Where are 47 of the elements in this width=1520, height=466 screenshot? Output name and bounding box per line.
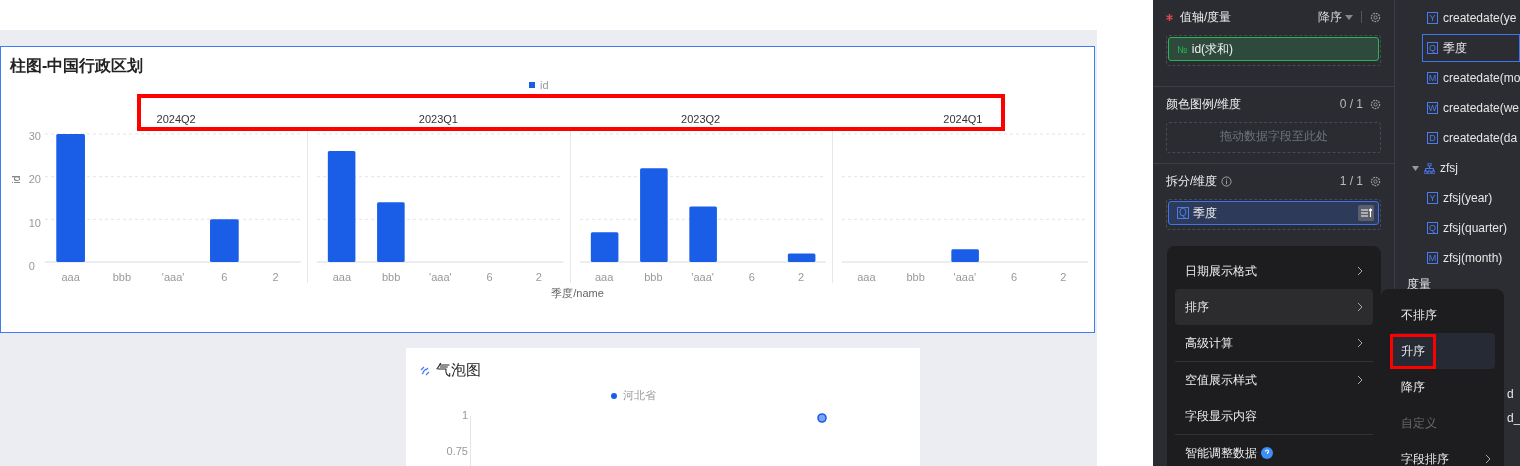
category-label: 'aaa'	[161, 271, 185, 283]
facet-title: 2023Q2	[681, 112, 721, 126]
legend-label: id	[540, 79, 549, 91]
section-title: 拆分/维度	[1166, 172, 1218, 190]
category-label: 6	[221, 271, 228, 283]
facet-title: 2023Q1	[418, 112, 458, 126]
tick-label: 30	[28, 130, 41, 142]
category-label: bbb	[112, 271, 132, 283]
category-label: aaa	[61, 271, 80, 283]
category-label: 'aaa'	[691, 271, 714, 283]
tick-label: 1	[461, 409, 468, 421]
field-count: 1 / 1	[1339, 174, 1363, 188]
category-label: 'aaa'	[953, 271, 977, 283]
category-label: 2	[535, 271, 542, 283]
field-label: 季度	[1192, 204, 1217, 222]
tick-label: 10	[28, 216, 41, 229]
tick-label: 0	[28, 260, 35, 272]
category-label: 6	[1011, 271, 1018, 283]
field-label: id(求和)	[1191, 40, 1234, 58]
field-type-icon: Q	[1177, 207, 1189, 219]
category-label: bbb	[381, 271, 401, 283]
tick-label: 20	[28, 173, 41, 186]
category-label: 2	[272, 271, 279, 283]
category-label: 6	[486, 271, 493, 283]
menu-item: 自定义	[1400, 414, 1438, 432]
section-title: 值轴/度量	[1180, 8, 1232, 26]
axis-label: 季度/name	[550, 286, 605, 301]
field-count: 0 / 1	[1339, 97, 1363, 111]
category-label: aaa	[332, 271, 352, 283]
category-label: 2	[1060, 271, 1067, 283]
category-label: bbb	[906, 271, 925, 283]
section-title: 度量	[1407, 276, 1432, 293]
category-label: aaa	[594, 271, 614, 283]
facet-title: 2024Q1	[943, 112, 983, 126]
category-label: aaa	[857, 271, 876, 283]
section-title: 颜色图例/维度	[1166, 95, 1242, 113]
tick-label: 0.75	[446, 445, 468, 457]
legend-label: 河北省	[622, 388, 656, 403]
field-type-icon: №	[1177, 43, 1188, 55]
category-label: 6	[748, 271, 755, 283]
axis-label: id	[11, 175, 23, 184]
category-label: 'aaa'	[429, 271, 452, 283]
category-label: bbb	[644, 271, 663, 283]
facet-title: 2024Q2	[156, 112, 196, 126]
category-label: 2	[798, 271, 805, 283]
chart-title: 柱图-中国行政区划	[9, 56, 145, 76]
chart-title: 气泡图	[436, 361, 481, 380]
